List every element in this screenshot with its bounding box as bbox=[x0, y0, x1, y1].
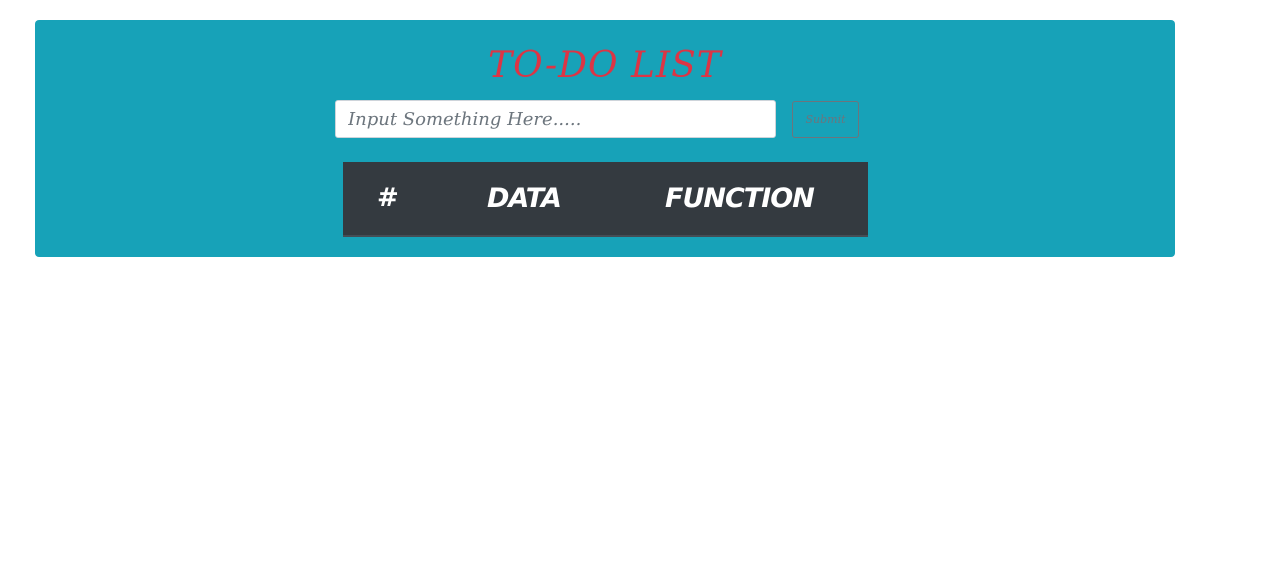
todo-panel: TO-DO LIST Submit # DATA FUNCTION bbox=[35, 20, 1175, 257]
todo-input[interactable] bbox=[335, 100, 776, 138]
todo-table-header: # DATA FUNCTION bbox=[343, 162, 868, 237]
column-header-number: # bbox=[377, 183, 399, 213]
column-header-function: FUNCTION bbox=[665, 183, 815, 214]
submit-button[interactable]: Submit bbox=[792, 101, 859, 138]
column-header-data: DATA bbox=[487, 183, 562, 214]
page-title: TO-DO LIST bbox=[488, 45, 722, 86]
